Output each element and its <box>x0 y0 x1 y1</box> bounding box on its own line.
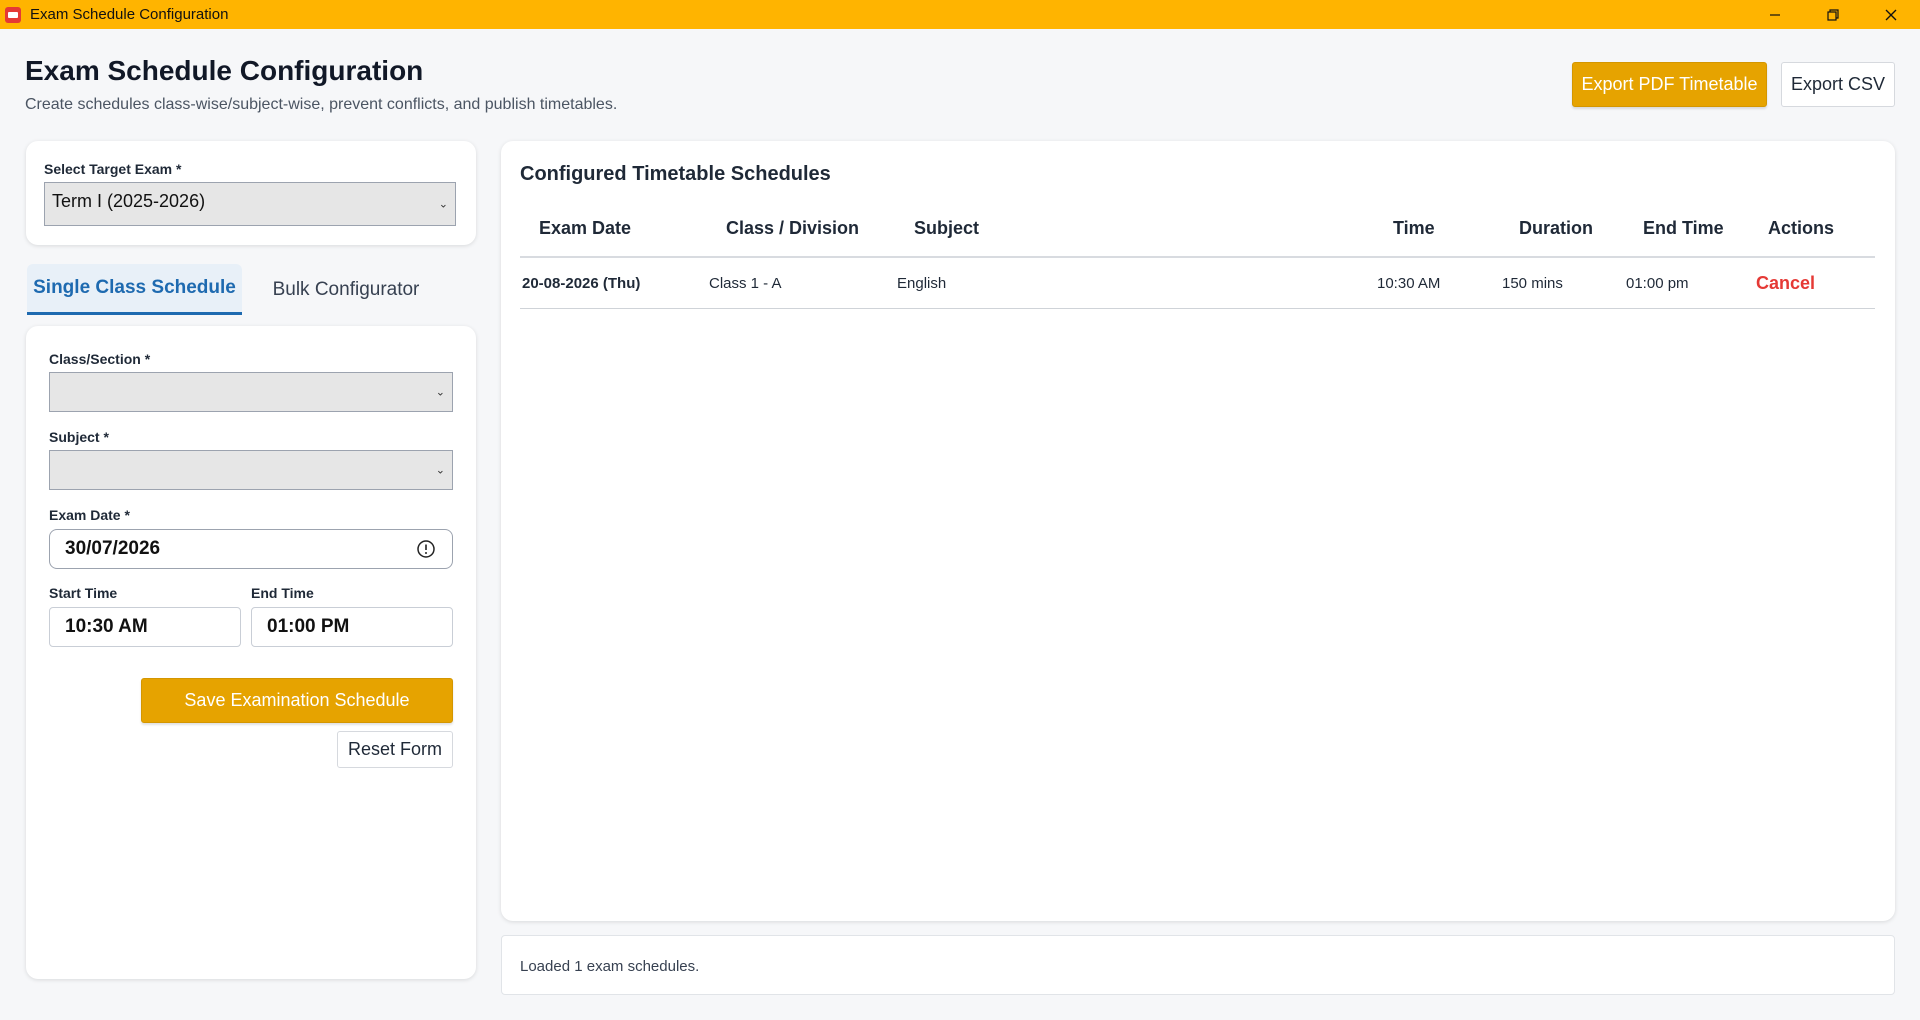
tab-single-class-schedule[interactable]: Single Class Schedule <box>27 264 242 315</box>
tab-bulk-configurator[interactable]: Bulk Configurator <box>253 264 439 315</box>
export-pdf-button[interactable]: Export PDF Timetable <box>1572 62 1767 107</box>
title-bar: Exam Schedule Configuration <box>0 0 1920 29</box>
exam-select-label: Select Target Exam * <box>44 161 182 177</box>
app-icon <box>5 6 21 23</box>
chevron-down-icon: ⌄ <box>438 198 448 211</box>
subject-label: Subject * <box>49 429 109 445</box>
row-end-time: 01:00 pm <box>1626 275 1689 292</box>
column-header-end-time: End Time <box>1643 218 1724 238</box>
row-duration: 150 mins <box>1502 275 1563 292</box>
export-csv-button[interactable]: Export CSV <box>1781 62 1895 107</box>
close-icon <box>1885 9 1897 20</box>
save-schedule-button[interactable]: Save Examination Schedule <box>141 678 453 723</box>
chevron-down-icon: ⌄ <box>435 386 445 399</box>
chevron-down-icon: ⌄ <box>435 464 445 477</box>
row-class-division: Class 1 - A <box>709 275 782 292</box>
exam-date-value: 30/07/2026 <box>65 538 161 559</box>
class-section-label: Class/Section * <box>49 351 151 367</box>
exam-select-card: Select Target Exam * Term I (2025-2026) … <box>26 141 476 245</box>
timetable-title: Configured Timetable Schedules <box>520 163 831 185</box>
status-message: Loaded 1 exam schedules. <box>520 958 700 975</box>
minimize-button[interactable] <box>1746 0 1804 29</box>
schedule-form-card <box>26 326 476 979</box>
cancel-schedule-link[interactable]: Cancel <box>1756 273 1815 294</box>
start-time-input[interactable]: 10:30 AM <box>49 607 241 647</box>
column-header-actions: Actions <box>1768 218 1835 238</box>
row-time: 10:30 AM <box>1377 275 1441 292</box>
restore-icon <box>1827 8 1839 21</box>
subject-dropdown[interactable]: ⌄ <box>49 450 453 490</box>
start-time-label: Start Time <box>49 585 118 601</box>
column-header-duration: Duration <box>1519 218 1593 238</box>
reset-form-button[interactable]: Reset Form <box>337 731 453 768</box>
restore-button[interactable] <box>1804 0 1862 29</box>
start-time-value: 10:30 AM <box>65 616 148 637</box>
window-title: Exam Schedule Configuration <box>30 6 229 23</box>
status-bar <box>501 935 1895 995</box>
timetable-card <box>501 141 1895 921</box>
close-button[interactable] <box>1862 0 1920 29</box>
class-section-dropdown[interactable]: ⌄ <box>49 372 453 412</box>
window-controls <box>1746 0 1920 29</box>
end-time-label: End Time <box>251 585 314 601</box>
column-header-exam-date: Exam Date <box>539 218 632 238</box>
column-header-subject: Subject <box>914 218 980 238</box>
column-header-time: Time <box>1393 218 1435 238</box>
exam-select-dropdown[interactable]: Term I (2025-2026) ⌄ <box>44 182 456 226</box>
exam-select-value: Term I (2025-2026) <box>52 190 206 211</box>
table-header-divider <box>520 256 1875 258</box>
minimize-icon <box>1770 13 1780 16</box>
table-row-divider <box>520 308 1875 309</box>
page-title: Exam Schedule Configuration <box>25 55 424 86</box>
end-time-value: 01:00 PM <box>267 616 350 637</box>
exam-date-input[interactable]: 30/07/2026 <box>49 529 453 569</box>
page-subtitle: Create schedules class-wise/subject-wise… <box>25 96 618 113</box>
end-time-input[interactable]: 01:00 PM <box>251 607 453 647</box>
row-exam-date: 20-08-2026 (Thu) <box>522 275 641 292</box>
exam-date-label: Exam Date * <box>49 507 130 523</box>
info-icon[interactable] <box>416 539 436 559</box>
column-header-class-division: Class / Division <box>726 218 860 238</box>
row-subject: English <box>897 275 947 292</box>
